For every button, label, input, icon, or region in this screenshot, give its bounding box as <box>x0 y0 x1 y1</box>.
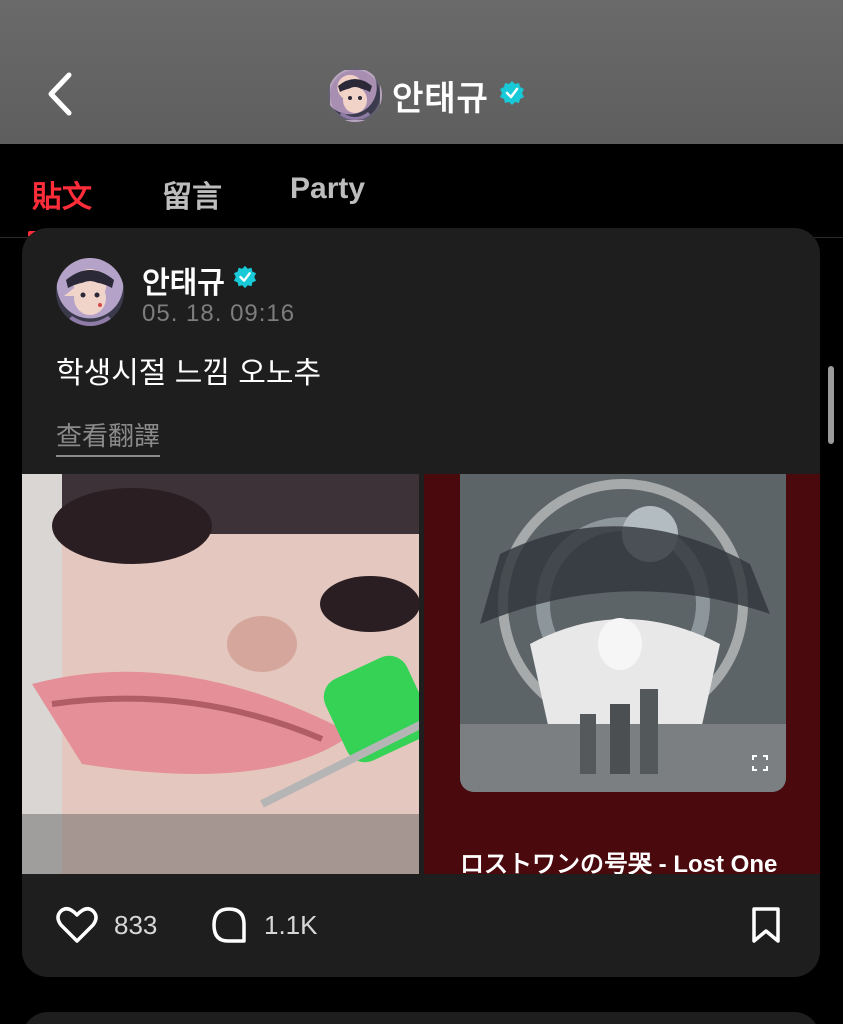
bookmark-button[interactable] <box>750 906 782 949</box>
post-username: 안태규 <box>142 267 225 300</box>
song-title: ロストワンの号哭 - Lost One <box>460 851 778 874</box>
verified-icon <box>233 263 257 297</box>
post-photo[interactable] <box>22 474 419 874</box>
app-screen: 안태규 貼文 留言 Party 안태규 05. 18. 09:16 학생시절 느… <box>0 0 843 1024</box>
scrollbar[interactable] <box>828 366 834 444</box>
post-text: 학생시절 느낌 오노추 <box>56 357 322 390</box>
header-username: 안태규 <box>392 79 489 118</box>
verified-icon <box>499 80 525 111</box>
expand-icon[interactable] <box>752 755 768 776</box>
tab-party[interactable]: Party <box>290 172 365 206</box>
album-art <box>460 474 786 792</box>
avatar[interactable] <box>328 68 382 122</box>
chevron-left-icon <box>48 72 72 116</box>
music-card[interactable]: ロストワンの号哭 - Lost One <box>424 474 820 874</box>
back-button[interactable] <box>40 66 80 122</box>
post-timestamp: 05. 18. 09:16 <box>142 300 296 327</box>
comment-button[interactable]: 1.1K <box>210 906 318 944</box>
post-card: 안태규 05. 18. 09:16 학생시절 느낌 오노추 查看翻譯 ロストワン… <box>22 228 820 977</box>
tab-bar: 貼文 留言 Party <box>0 144 843 238</box>
tab-comments[interactable]: 留言 <box>162 172 222 216</box>
like-count: 833 <box>114 909 158 940</box>
top-bar: 안태규 <box>0 0 843 144</box>
heart-icon <box>56 907 98 943</box>
comment-icon <box>212 907 246 943</box>
header-user[interactable]: 안태규 <box>328 68 525 122</box>
post-author[interactable]: 안태규 <box>142 258 257 302</box>
comment-count: 1.1K <box>264 909 318 940</box>
post-avatar[interactable] <box>56 258 124 326</box>
translate-link[interactable]: 查看翻譯 <box>56 416 161 457</box>
bookmark-icon <box>752 907 780 943</box>
next-post-card <box>22 1012 820 1024</box>
like-button[interactable]: 833 <box>56 906 157 944</box>
post-actions: 833 1.1K <box>22 878 820 968</box>
tab-posts[interactable]: 貼文 <box>32 172 92 216</box>
